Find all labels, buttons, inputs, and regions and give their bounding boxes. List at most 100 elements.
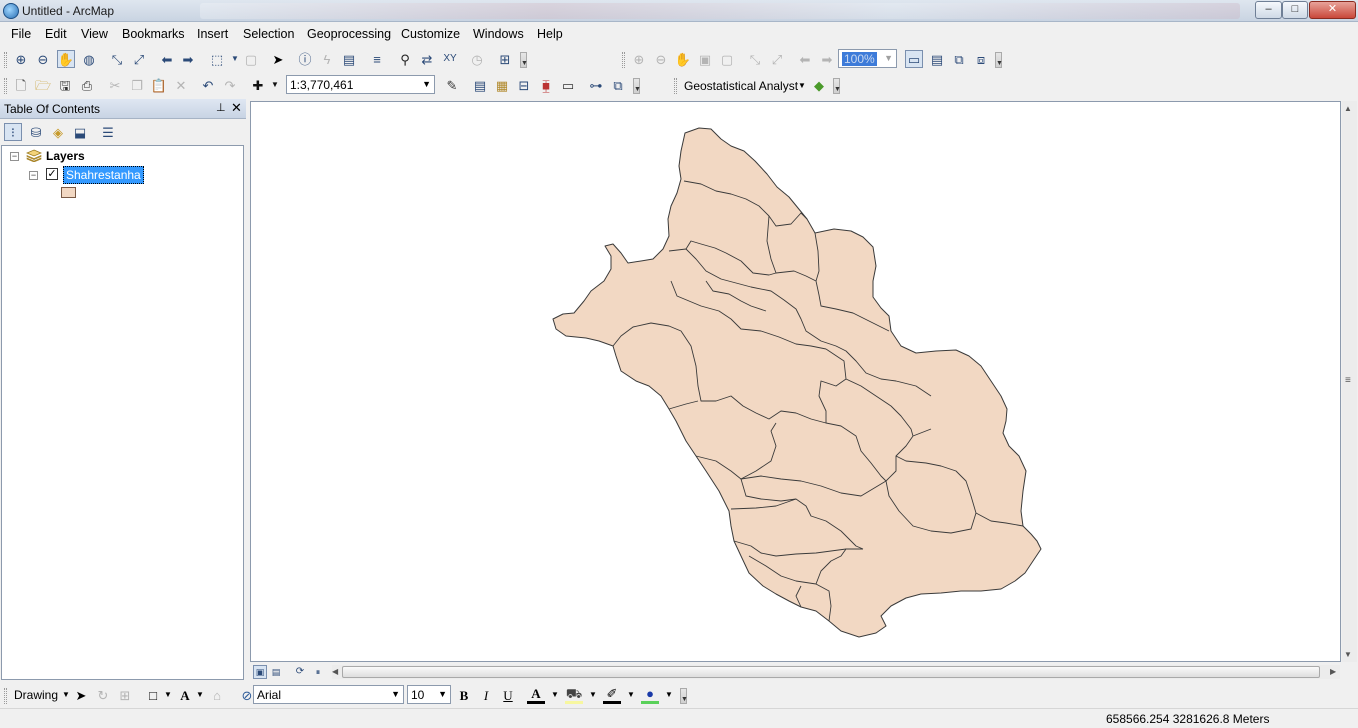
- layout-zoom-in-icon[interactable]: ⊕: [630, 50, 648, 68]
- rotate-icon[interactable]: ↻: [94, 686, 112, 704]
- zoom-to-selected-elements-icon[interactable]: ⊞: [116, 686, 134, 704]
- pan-hand-icon[interactable]: ✋: [57, 50, 75, 68]
- font-color-button[interactable]: A: [527, 686, 545, 704]
- toolbar-options-icon[interactable]: ▼: [833, 78, 841, 94]
- copy-icon[interactable]: ❐: [128, 76, 146, 94]
- fixed-zoom-out-layout-icon[interactable]: ⤢: [768, 50, 786, 68]
- chevron-down-icon[interactable]: ▼: [627, 690, 635, 699]
- hyperlink-lightning-icon[interactable]: ϟ: [318, 50, 336, 68]
- model-builder-icon[interactable]: ⊶: [587, 76, 605, 94]
- toolbar-grip[interactable]: [674, 78, 677, 94]
- find-route-icon[interactable]: ⇄: [418, 50, 436, 68]
- fixed-zoom-in-icon[interactable]: ⤡: [108, 50, 126, 68]
- edit-vertices-icon[interactable]: ⌂: [208, 686, 226, 704]
- list-by-source-icon[interactable]: ⛁: [27, 123, 45, 141]
- data-driven-pages-icon[interactable]: ⧈: [972, 50, 990, 68]
- font-size-combo[interactable]: 10 ▼: [407, 685, 451, 704]
- chevron-down-icon[interactable]: ▼: [589, 690, 597, 699]
- map-horizontal-scrollbar[interactable]: ◀ ▶: [332, 665, 1340, 679]
- layout-zoom-combo[interactable]: 100% ▼: [838, 49, 897, 68]
- geostatistical-analyst-menu[interactable]: Geostatistical Analyst: [684, 79, 798, 93]
- menu-file[interactable]: File: [11, 27, 31, 41]
- full-extent-globe-icon[interactable]: ◍: [80, 50, 98, 68]
- auto-hide-pin-icon[interactable]: ⊥: [216, 101, 226, 114]
- maximize-button[interactable]: □: [1282, 1, 1308, 19]
- save-disk-icon[interactable]: 🖫: [56, 76, 74, 94]
- add-data-dropdown-icon[interactable]: ▼: [266, 76, 284, 94]
- map-vertical-scrollbar[interactable]: ▲ ≡ ▼: [1342, 101, 1357, 662]
- delete-x-icon[interactable]: ✕: [172, 76, 190, 94]
- time-slider-icon[interactable]: ◷: [468, 50, 486, 68]
- add-data-icon[interactable]: ✚: [249, 76, 267, 94]
- print-icon[interactable]: ⎙: [78, 76, 96, 94]
- zoom-whole-page-icon[interactable]: ▣: [696, 50, 714, 68]
- toolbar-grip[interactable]: [4, 688, 7, 704]
- layers-collapse-toggle[interactable]: −: [10, 152, 19, 161]
- scroll-down-arrow-icon[interactable]: ▼: [1344, 650, 1352, 659]
- menu-bookmarks[interactable]: Bookmarks: [122, 27, 185, 41]
- toolbar-options-icon[interactable]: ▼: [680, 688, 688, 704]
- map-scale-combo[interactable]: 1:3,770,461 ▼: [286, 75, 435, 94]
- paste-clipboard-icon[interactable]: 📋: [150, 76, 168, 94]
- scroll-thumb-grip-icon[interactable]: ≡: [1345, 375, 1351, 386]
- map-canvas[interactable]: [250, 101, 1341, 662]
- chevron-down-icon[interactable]: ▼: [164, 690, 172, 699]
- menu-view[interactable]: View: [81, 27, 108, 41]
- html-popup-icon[interactable]: ▤: [340, 50, 358, 68]
- layer-visibility-checkbox[interactable]: ✓: [46, 168, 58, 180]
- chevron-down-icon[interactable]: ▼: [798, 81, 806, 90]
- chevron-down-icon[interactable]: ▼: [62, 690, 70, 699]
- python-window-icon[interactable]: ▭: [559, 76, 577, 94]
- layout-view-icon[interactable]: ▤: [269, 665, 283, 679]
- drawing-menu[interactable]: Drawing: [14, 688, 58, 702]
- layout-pan-icon[interactable]: ✋: [674, 50, 692, 68]
- data-frame-layers-label[interactable]: Layers: [46, 149, 85, 163]
- list-by-visibility-icon[interactable]: ◈: [49, 123, 67, 141]
- clear-selection-icon[interactable]: ▢: [242, 50, 260, 68]
- toolbar-grip[interactable]: [4, 52, 7, 68]
- back-arrow-icon[interactable]: ⬅: [158, 50, 176, 68]
- toolbar-options-icon[interactable]: ▼: [520, 52, 528, 68]
- menu-selection[interactable]: Selection: [243, 27, 294, 41]
- chevron-down-icon[interactable]: ▼: [196, 690, 204, 699]
- previous-extent-icon[interactable]: ⬅: [796, 50, 814, 68]
- arctoolbox-icon[interactable]: ⧯: [537, 76, 555, 94]
- toolbar-options-icon[interactable]: ▼: [633, 78, 641, 94]
- zoom-out-icon[interactable]: ⊖: [34, 50, 52, 68]
- forward-arrow-icon[interactable]: ➡: [179, 50, 197, 68]
- go-to-xy-icon[interactable]: XY: [441, 50, 459, 68]
- toolbar-grip[interactable]: [4, 78, 7, 94]
- scroll-up-arrow-icon[interactable]: ▲: [1344, 104, 1352, 113]
- rectangle-tool-icon[interactable]: □: [144, 686, 162, 704]
- table-of-contents-window-icon[interactable]: ▤: [471, 76, 489, 94]
- layer-collapse-toggle[interactable]: −: [29, 171, 38, 180]
- geostatistical-wizard-icon[interactable]: ◆: [810, 76, 828, 94]
- italic-button[interactable]: I: [477, 686, 495, 704]
- minimize-button[interactable]: –: [1255, 1, 1282, 19]
- menu-windows[interactable]: Windows: [473, 27, 524, 41]
- next-extent-icon[interactable]: ➡: [818, 50, 836, 68]
- pause-drawing-icon[interactable]: ⏸: [311, 665, 325, 679]
- menu-edit[interactable]: Edit: [45, 27, 67, 41]
- search-window-icon[interactable]: ⊟: [515, 76, 533, 94]
- redo-icon[interactable]: ↷: [221, 76, 239, 94]
- layer-symbol-swatch[interactable]: [61, 187, 76, 198]
- menu-help[interactable]: Help: [537, 27, 563, 41]
- chevron-down-icon[interactable]: ▼: [551, 690, 559, 699]
- measure-ruler-icon[interactable]: ≡: [368, 50, 386, 68]
- horizontal-scroll-thumb[interactable]: [342, 666, 1320, 678]
- select-features-icon[interactable]: ⬚: [208, 50, 226, 68]
- zoom-100-percent-icon[interactable]: ▢: [718, 50, 736, 68]
- close-window-button[interactable]: ✕: [1309, 1, 1356, 19]
- menu-geoprocessing[interactable]: Geoprocessing: [307, 27, 391, 41]
- scroll-left-arrow-icon[interactable]: ◀: [332, 667, 338, 676]
- toc-close-icon[interactable]: ✕: [231, 100, 242, 116]
- menu-customize[interactable]: Customize: [401, 27, 460, 41]
- layer-shahrestanha[interactable]: Shahrestanha: [63, 166, 144, 184]
- data-view-icon[interactable]: ▣: [253, 665, 267, 679]
- help-tools-icon[interactable]: ⧉: [609, 76, 627, 94]
- chevron-down-icon[interactable]: ▼: [665, 690, 673, 699]
- toolbar-grip[interactable]: [622, 52, 625, 68]
- catalog-window-icon[interactable]: ▦: [493, 76, 511, 94]
- underline-button[interactable]: U: [499, 686, 517, 704]
